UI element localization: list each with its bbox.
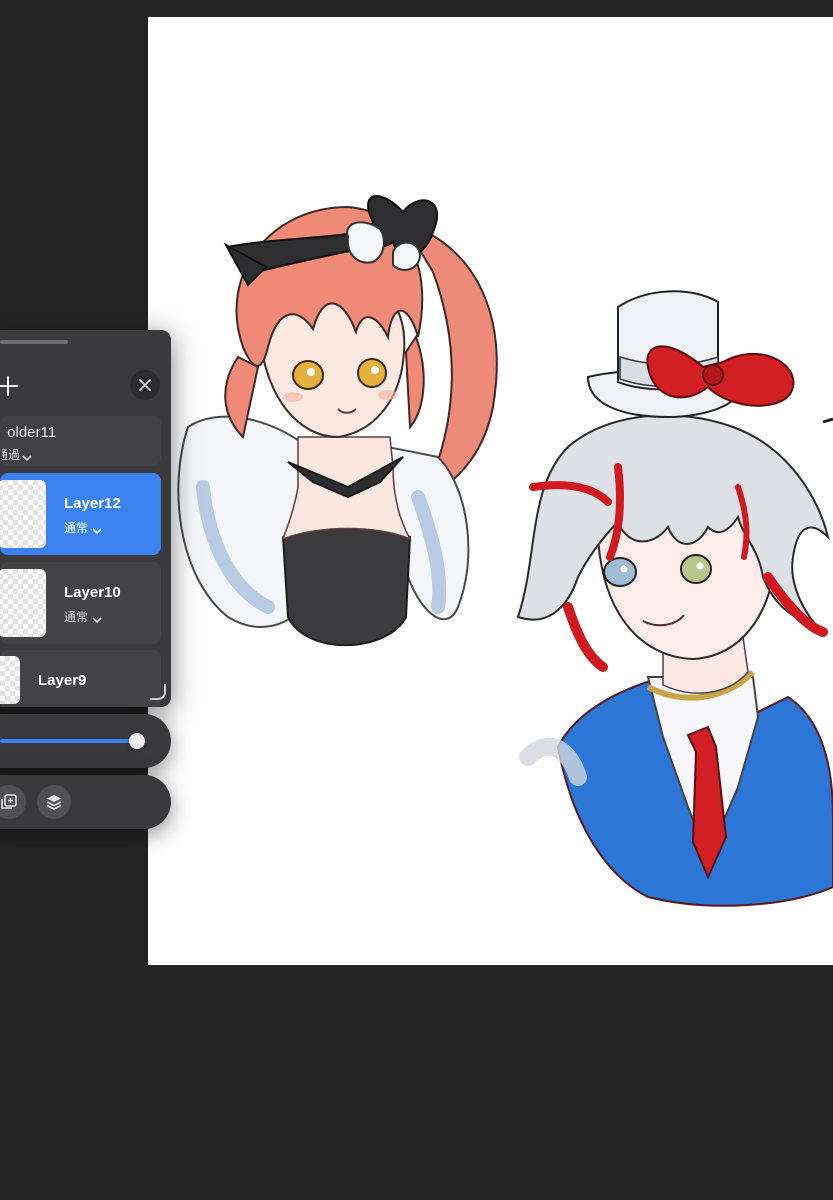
panel-resize-handle[interactable] <box>150 684 166 700</box>
opacity-slider-track[interactable] <box>0 739 137 743</box>
layer-row-layer9[interactable]: Layer9 <box>0 650 161 707</box>
layer-name: Layer12 <box>64 495 121 512</box>
layers-panel: Folder11 通過 Layer12 通常 Layer10 通常 Layer9 <box>0 330 171 707</box>
layer-row-layer10[interactable]: Layer10 通常 <box>0 562 161 644</box>
chevron-down-icon <box>92 522 102 540</box>
layer-name: Layer9 <box>38 672 87 689</box>
plus-icon[interactable] <box>0 374 20 398</box>
layer-name: Folder11 <box>0 424 57 441</box>
girl-illustration <box>177 195 498 647</box>
boy-illustration <box>516 290 833 907</box>
layer-row-layer12[interactable]: Layer12 通常 <box>0 473 161 555</box>
close-button[interactable] <box>130 370 160 400</box>
layer-name: Layer10 <box>64 584 121 601</box>
chevron-down-icon <box>22 449 32 467</box>
opacity-slider-thumb[interactable] <box>129 733 145 749</box>
panel-grabber[interactable] <box>0 340 68 344</box>
layer-settings-button[interactable] <box>37 785 71 819</box>
layer-thumbnail <box>0 480 46 548</box>
chevron-down-icon <box>92 611 102 629</box>
layer-thumbnail <box>0 569 46 637</box>
layer-row-folder11[interactable]: Folder11 通過 <box>0 416 161 466</box>
blend-mode[interactable]: 通過 <box>2 446 20 463</box>
blend-mode[interactable]: 通常 <box>64 519 88 536</box>
close-icon <box>138 378 152 397</box>
blend-mode[interactable]: 通常 <box>64 608 88 625</box>
drawing-canvas[interactable] <box>148 17 833 965</box>
layer-thumbnail <box>0 656 20 704</box>
artwork <box>177 195 833 907</box>
